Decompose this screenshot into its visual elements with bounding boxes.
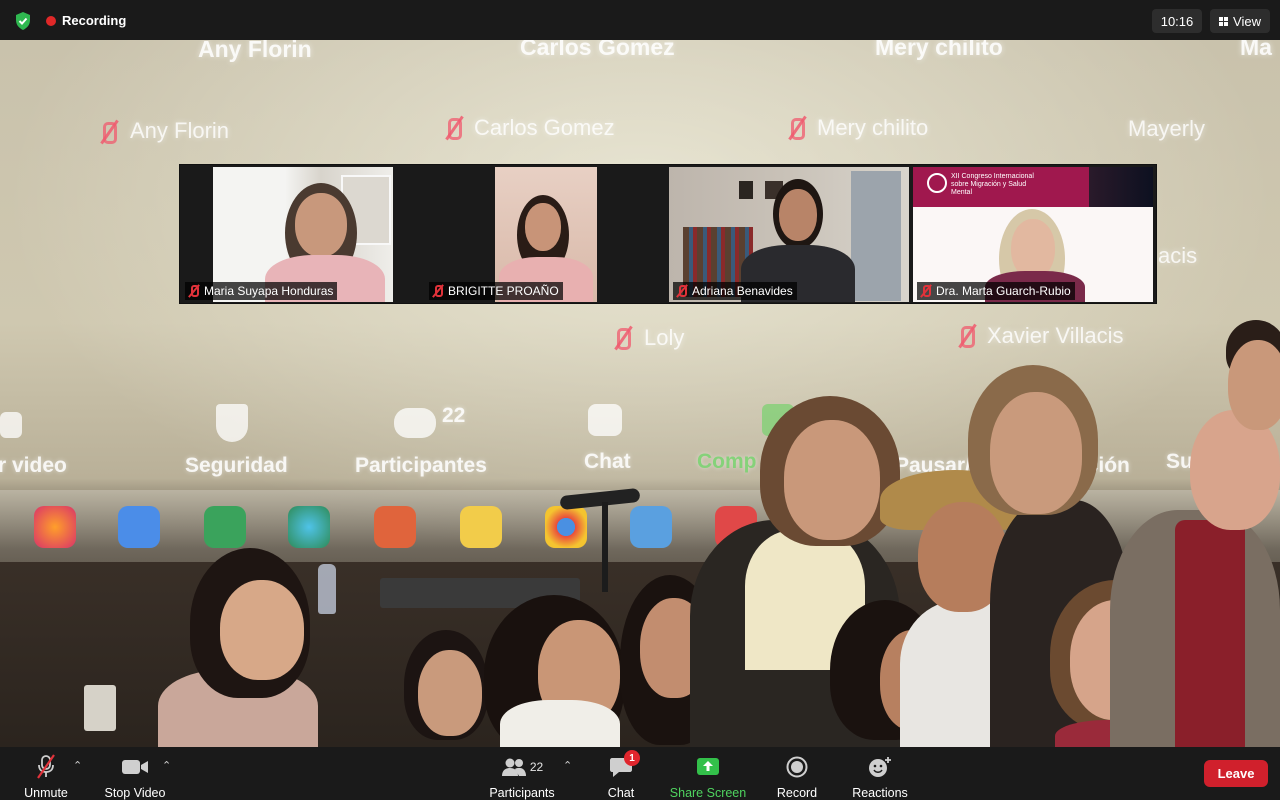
- microphone-muted-icon: [37, 754, 55, 779]
- projected-name: acis: [1158, 243, 1198, 268]
- projected-name: Xavier Villacis: [987, 323, 1124, 348]
- top-bar: Recording 10:16 View: [0, 0, 1280, 40]
- excel-app-icon: [204, 506, 246, 548]
- wall-outlet: [84, 685, 116, 731]
- chrome-app-icon: [545, 506, 587, 548]
- leave-button[interactable]: Leave: [1204, 760, 1268, 787]
- participants-button[interactable]: 22 Participants: [482, 747, 562, 800]
- unmute-button[interactable]: Unmute: [18, 747, 74, 800]
- projected-mic-muted-icon: [788, 116, 806, 140]
- share-screen-icon: [697, 758, 719, 775]
- projected-mic-muted-icon: [614, 326, 632, 350]
- projected-name: Carlos Gomez: [474, 115, 615, 140]
- participant-name: Dra. Marta Guarch-Rubio: [936, 284, 1071, 298]
- participant-name-tag: Dra. Marta Guarch-Rubio: [917, 282, 1075, 300]
- video-camera-icon: [122, 760, 148, 774]
- projected-shield-icon: [216, 404, 248, 442]
- projected-name: Mayerly: [1128, 116, 1206, 141]
- projected-mic-muted-icon: [100, 120, 118, 144]
- participant-name-tag: Adriana Benavides: [673, 282, 797, 300]
- powerpoint-app-icon: [374, 506, 416, 548]
- audio-options-chevron-icon[interactable]: ⌃: [73, 759, 82, 772]
- zoom-meeting-window: Recording 10:16 View Any Florin Carlos G…: [0, 0, 1280, 800]
- projected-tool-label: Chat: [584, 450, 631, 473]
- projected-name: Carlos Gomez: [520, 40, 675, 60]
- participant-tile[interactable]: Maria Suyapa Honduras: [181, 167, 421, 302]
- reactions-smiley-icon: [869, 757, 891, 777]
- active-speaker-video: Any Florin Carlos Gomez Mery chilito Ma …: [0, 40, 1280, 747]
- projected-name: Mery chilito: [817, 115, 929, 140]
- participant-name-tag: Maria Suyapa Honduras: [185, 282, 338, 300]
- file-explorer-app-icon: [460, 506, 502, 548]
- microphone-pole: [602, 502, 608, 592]
- projected-count: 22: [442, 404, 466, 427]
- share-screen-label: Share Screen: [669, 786, 747, 800]
- unmute-label: Unmute: [24, 786, 68, 800]
- participant-name: Maria Suyapa Honduras: [204, 284, 334, 298]
- projected-tool-label: Comp: [697, 450, 757, 473]
- participants-label: Participants: [489, 786, 555, 800]
- mic-muted-icon: [432, 284, 444, 298]
- firefox-app-icon: [34, 506, 76, 548]
- projected-tool-label: Seguridad: [185, 454, 288, 477]
- projected-video-icon: [0, 412, 22, 438]
- projected-name: Mery chilito: [875, 40, 1003, 60]
- participant-name: BRIGITTE PROAÑO: [448, 284, 559, 298]
- record-icon: [786, 756, 808, 778]
- chat-unread-badge: 1: [624, 750, 640, 766]
- app-icon: [630, 506, 672, 548]
- meeting-toolbar: Unmute ⌃ Stop Video ⌃ 22 Participants ⌃ …: [0, 747, 1280, 800]
- projected-mic-muted-icon: [958, 324, 976, 348]
- projected-mic-muted-icon: [445, 116, 463, 140]
- recording-indicator[interactable]: Recording: [12, 9, 126, 32]
- participant-name: Adriana Benavides: [692, 284, 793, 298]
- recording-dot-icon: [46, 15, 56, 26]
- projected-tool-label: Su: [1166, 450, 1193, 473]
- projected-tool-label: Participantes: [355, 454, 487, 477]
- mic-muted-icon: [920, 284, 932, 298]
- slide-header: XII Congreso Internacional sobre Migraci…: [951, 173, 1034, 196]
- participant-name-tag: BRIGITTE PROAÑO: [429, 282, 563, 300]
- projected-name: Loly: [644, 325, 685, 350]
- stop-video-label: Stop Video: [104, 786, 166, 800]
- view-label: View: [1233, 13, 1261, 29]
- projected-chat-icon: [588, 404, 622, 436]
- mic-muted-icon: [676, 284, 688, 298]
- projected-participants-icon: [394, 408, 436, 438]
- reactions-button[interactable]: Reactions: [848, 747, 912, 800]
- participants-count: 22: [529, 760, 544, 774]
- view-button[interactable]: View: [1210, 9, 1270, 33]
- chat-label: Chat: [607, 786, 635, 800]
- stop-video-button[interactable]: Stop Video: [98, 747, 172, 800]
- participants-icon: [501, 758, 526, 776]
- projected-name: Ma: [1240, 40, 1272, 60]
- recording-label: Recording: [62, 13, 127, 28]
- participant-tile[interactable]: BRIGITTE PROAÑO: [425, 167, 665, 302]
- share-screen-button[interactable]: Share Screen: [667, 747, 749, 800]
- meeting-timer: 10:16: [1152, 9, 1202, 33]
- mic-muted-icon: [188, 284, 200, 298]
- participant-tile[interactable]: Adriana Benavides: [669, 167, 909, 302]
- video-options-chevron-icon[interactable]: ⌃: [162, 759, 171, 772]
- chat-button[interactable]: 1 Chat: [596, 747, 646, 800]
- edge-app-icon: [288, 506, 330, 548]
- water-bottle: [318, 564, 336, 614]
- zoom-app-icon: [118, 506, 160, 548]
- projected-tool-label: r video: [0, 454, 67, 477]
- participant-strip: Maria Suyapa Honduras BRIGITTE PROAÑO Ad…: [179, 164, 1157, 304]
- projected-name: Any Florin: [198, 40, 312, 62]
- participant-tile[interactable]: XII Congreso Internacional sobre Migraci…: [913, 167, 1153, 302]
- participants-options-chevron-icon[interactable]: ⌃: [563, 759, 572, 772]
- view-grid-icon: [1219, 16, 1229, 26]
- record-button[interactable]: Record: [770, 747, 824, 800]
- record-label: Record: [776, 786, 818, 800]
- encryption-shield-icon[interactable]: [12, 10, 34, 32]
- projected-name: Any Florin: [130, 118, 230, 143]
- reactions-label: Reactions: [852, 786, 908, 800]
